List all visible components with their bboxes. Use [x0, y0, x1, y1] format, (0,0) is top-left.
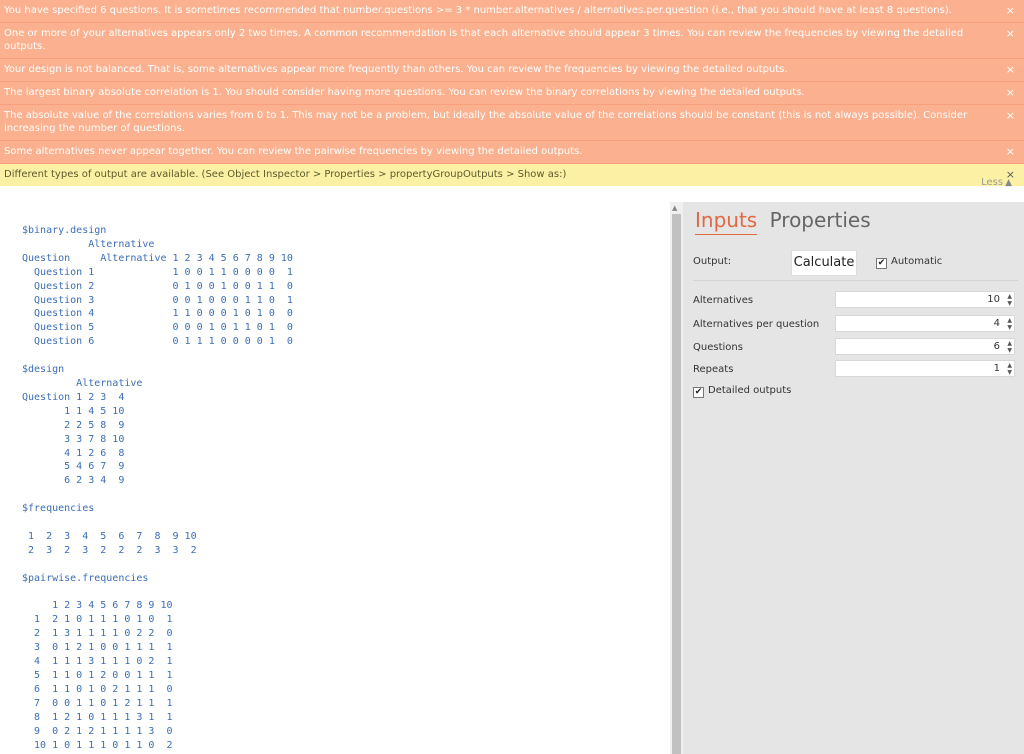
- alternatives-stepper[interactable]: 10 ▲ ▼: [835, 291, 1015, 308]
- automatic-checkbox[interactable]: ✔: [876, 258, 887, 269]
- less-toggle[interactable]: Less ▲: [981, 177, 1012, 188]
- object-inspector: Inputs Properties Output: Calculate ✔ Aut…: [683, 202, 1024, 754]
- output-label: Output:: [693, 256, 732, 267]
- repeats-stepper[interactable]: 1 ▲ ▼: [835, 360, 1015, 377]
- warning-banner: Some alternatives never appear together.…: [0, 141, 1024, 164]
- scroll-up-icon[interactable]: ▲: [672, 204, 677, 212]
- close-icon[interactable]: ×: [1006, 86, 1015, 99]
- warning-text: Your design is not balanced. That is, so…: [4, 64, 788, 75]
- questions-stepper[interactable]: 6 ▲ ▼: [835, 338, 1015, 355]
- field-label-questions: Questions: [693, 342, 743, 353]
- repeats-value[interactable]: 1: [994, 363, 1000, 374]
- close-icon[interactable]: ×: [1006, 145, 1015, 158]
- spinner-icon[interactable]: ▲ ▼: [1007, 293, 1012, 307]
- scrollbar[interactable]: ▲: [670, 202, 683, 754]
- info-banner: Different types of output are available.…: [0, 164, 1024, 186]
- detailed-outputs-label: Detailed outputs: [708, 385, 792, 396]
- alternatives-value[interactable]: 10: [987, 294, 1000, 305]
- warning-text: You have specified 6 questions. It is so…: [4, 5, 952, 16]
- tab-properties[interactable]: Properties: [770, 208, 871, 232]
- spinner-icon[interactable]: ▲ ▼: [1007, 317, 1012, 331]
- spinner-icon[interactable]: ▲ ▼: [1007, 362, 1012, 376]
- detailed-outputs-checkbox[interactable]: ✔: [693, 387, 704, 398]
- warning-text: Some alternatives never appear together.…: [4, 146, 583, 157]
- warning-text: One or more of your alternatives appears…: [4, 28, 964, 52]
- warning-banner: You have specified 6 questions. It is so…: [0, 0, 1024, 23]
- less-label: Less: [981, 177, 1004, 188]
- info-text: Different types of output are available.…: [4, 169, 567, 180]
- field-label-repeats: Repeats: [693, 364, 734, 375]
- detailed-outputs-option[interactable]: ✔ Detailed outputs: [693, 385, 791, 398]
- scrollbar-thumb[interactable]: [672, 214, 681, 754]
- calculate-button[interactable]: Calculate: [791, 250, 857, 276]
- warning-text: The absolute value of the correlations v…: [4, 110, 968, 134]
- automatic-label: Automatic: [891, 256, 943, 267]
- divider: [693, 280, 1018, 281]
- field-label-alternatives: Alternatives: [693, 295, 754, 306]
- close-icon[interactable]: ×: [1006, 4, 1015, 17]
- chevron-up-icon: ▲: [1005, 178, 1012, 188]
- field-label-alternatives-per-question: Alternatives per question: [693, 319, 820, 330]
- tab-inputs[interactable]: Inputs: [695, 208, 758, 235]
- warning-banner: One or more of your alternatives appears…: [0, 23, 1024, 59]
- warning-banner: The absolute value of the correlations v…: [0, 105, 1024, 141]
- alternatives-per-question-stepper[interactable]: 4 ▲ ▼: [835, 315, 1015, 332]
- close-icon[interactable]: ×: [1006, 63, 1015, 76]
- notification-area: You have specified 6 questions. It is so…: [0, 0, 1024, 186]
- automatic-option[interactable]: ✔ Automatic: [876, 256, 942, 269]
- close-icon[interactable]: ×: [1006, 109, 1015, 122]
- alternatives-per-question-value[interactable]: 4: [994, 318, 1000, 329]
- questions-value[interactable]: 6: [994, 341, 1000, 352]
- warning-text: The largest binary absolute correlation …: [4, 87, 805, 98]
- warning-banner: Your design is not balanced. That is, so…: [0, 59, 1024, 82]
- inspector-tabs: Inputs Properties: [695, 208, 871, 235]
- r-output: $binary.design Alternative Question Alte…: [22, 225, 293, 751]
- warning-banner: The largest binary absolute correlation …: [0, 82, 1024, 105]
- spinner-icon[interactable]: ▲ ▼: [1007, 340, 1012, 354]
- close-icon[interactable]: ×: [1006, 27, 1015, 40]
